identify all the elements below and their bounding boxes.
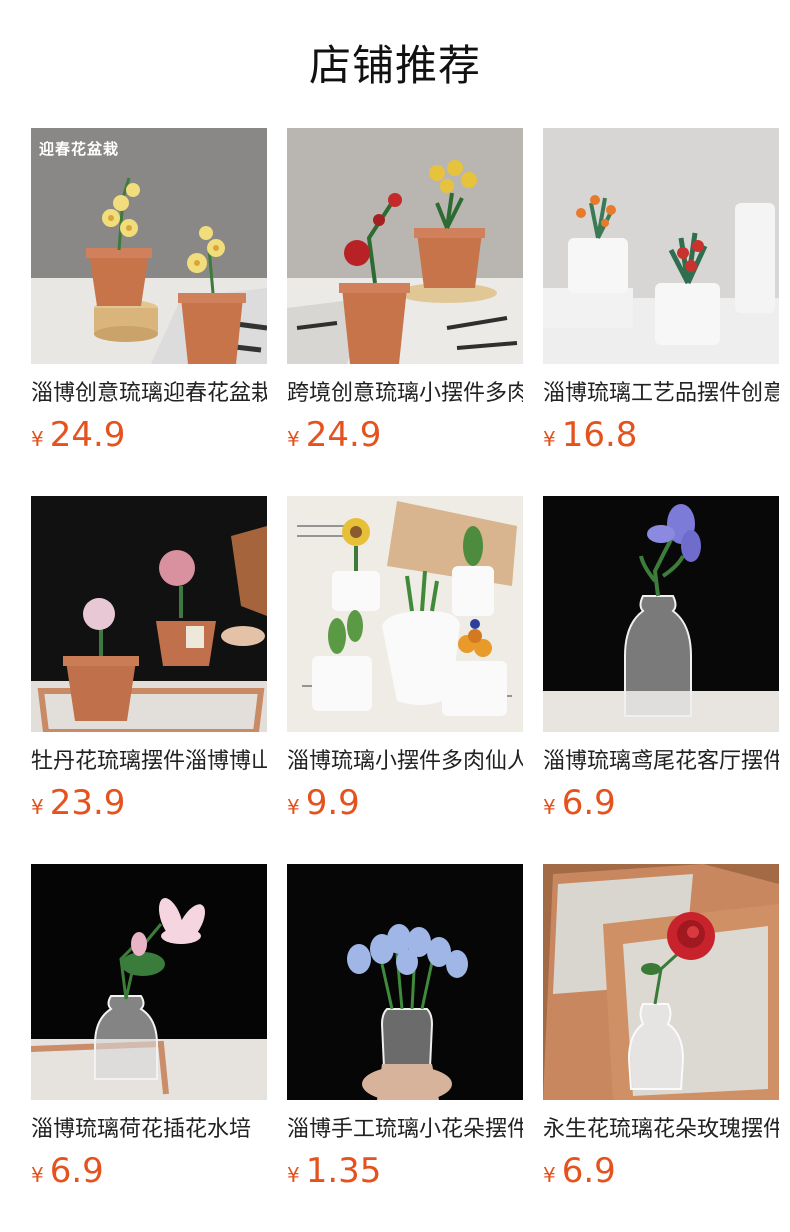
image-badge: 迎春花盆栽 (39, 140, 120, 158)
product-name[interactable]: 淄博手工琉璃小花朵摆件 (287, 1114, 523, 1146)
product-price: ¥9.9 (287, 784, 523, 828)
product-card[interactable]: 淄博琉璃小摆件多肉仙人掌 ¥9.9 (287, 496, 523, 828)
lotus-vase-image[interactable] (31, 864, 267, 1100)
product-name[interactable]: 淄博创意琉璃迎春花盆栽 (31, 378, 267, 410)
product-name[interactable]: 淄博琉璃鸢尾花客厅摆件 (543, 746, 779, 778)
product-name[interactable]: 永生花琉璃花朵玫瑰摆件 (543, 1114, 779, 1146)
price-value: 23.9 (49, 783, 126, 823)
price-value: 24.9 (305, 415, 382, 455)
price-value: 9.9 (305, 783, 360, 823)
product-card[interactable]: 跨境创意琉璃小摆件多肉 ¥24.9 (287, 128, 523, 460)
product-price: ¥24.9 (31, 416, 267, 460)
price-value: 24.9 (49, 415, 126, 455)
product-name[interactable]: 跨境创意琉璃小摆件多肉 (287, 378, 523, 410)
price-value: 6.9 (561, 1151, 616, 1191)
product-name[interactable]: 淄博琉璃荷花插花水培 (31, 1114, 267, 1146)
product-price: ¥16.8 (543, 416, 779, 460)
orange-flower-white-pots-image[interactable] (543, 128, 779, 364)
product-card[interactable]: 牡丹花琉璃摆件淄博博山 ¥23.9 (31, 496, 267, 828)
price-value: 6.9 (49, 1151, 104, 1191)
product-card[interactable]: 迎春花盆栽 淄博创意琉璃迎春花盆栽 ¥24.9 (31, 128, 267, 460)
currency-symbol: ¥ (31, 795, 44, 819)
product-price: ¥1.35 (287, 1152, 523, 1196)
product-price: ¥23.9 (31, 784, 267, 828)
currency-symbol: ¥ (287, 1163, 300, 1187)
iris-vase-image[interactable] (543, 496, 779, 732)
succulent-pots-image[interactable] (287, 496, 523, 732)
currency-symbol: ¥ (543, 427, 556, 451)
product-price: ¥24.9 (287, 416, 523, 460)
price-value: 6.9 (561, 783, 616, 823)
red-yellow-flower-pots-image[interactable] (287, 128, 523, 364)
peony-pots-image[interactable] (31, 496, 267, 732)
product-card[interactable]: 淄博琉璃荷花插花水培 ¥6.9 (31, 864, 267, 1196)
currency-symbol: ¥ (287, 427, 300, 451)
page-title: 店铺推荐 (308, 41, 481, 90)
currency-symbol: ¥ (287, 795, 300, 819)
rose-vase-image[interactable] (543, 864, 779, 1100)
product-price: ¥6.9 (543, 1152, 779, 1196)
currency-symbol: ¥ (31, 427, 44, 451)
currency-symbol: ¥ (31, 1163, 44, 1187)
product-card[interactable]: 淄博琉璃鸢尾花客厅摆件 ¥6.9 (543, 496, 779, 828)
product-card[interactable]: 永生花琉璃花朵玫瑰摆件 ¥6.9 (543, 864, 779, 1196)
currency-symbol: ¥ (543, 1163, 556, 1187)
product-card[interactable]: 淄博琉璃工艺品摆件创意 ¥16.8 (543, 128, 779, 460)
product-card[interactable]: 淄博手工琉璃小花朵摆件 ¥1.35 (287, 864, 523, 1196)
price-value: 1.35 (305, 1151, 382, 1191)
product-name[interactable]: 淄博琉璃小摆件多肉仙人掌 (287, 746, 523, 778)
blue-tulip-vase-image[interactable] (287, 864, 523, 1100)
product-name[interactable]: 淄博琉璃工艺品摆件创意 (543, 378, 779, 410)
yellow-flower-pots-image[interactable]: 迎春花盆栽 (31, 128, 267, 364)
product-price: ¥6.9 (543, 784, 779, 828)
currency-symbol: ¥ (543, 795, 556, 819)
product-name[interactable]: 牡丹花琉璃摆件淄博博山 (31, 746, 267, 778)
price-value: 16.8 (561, 415, 638, 455)
product-price: ¥6.9 (31, 1152, 267, 1196)
